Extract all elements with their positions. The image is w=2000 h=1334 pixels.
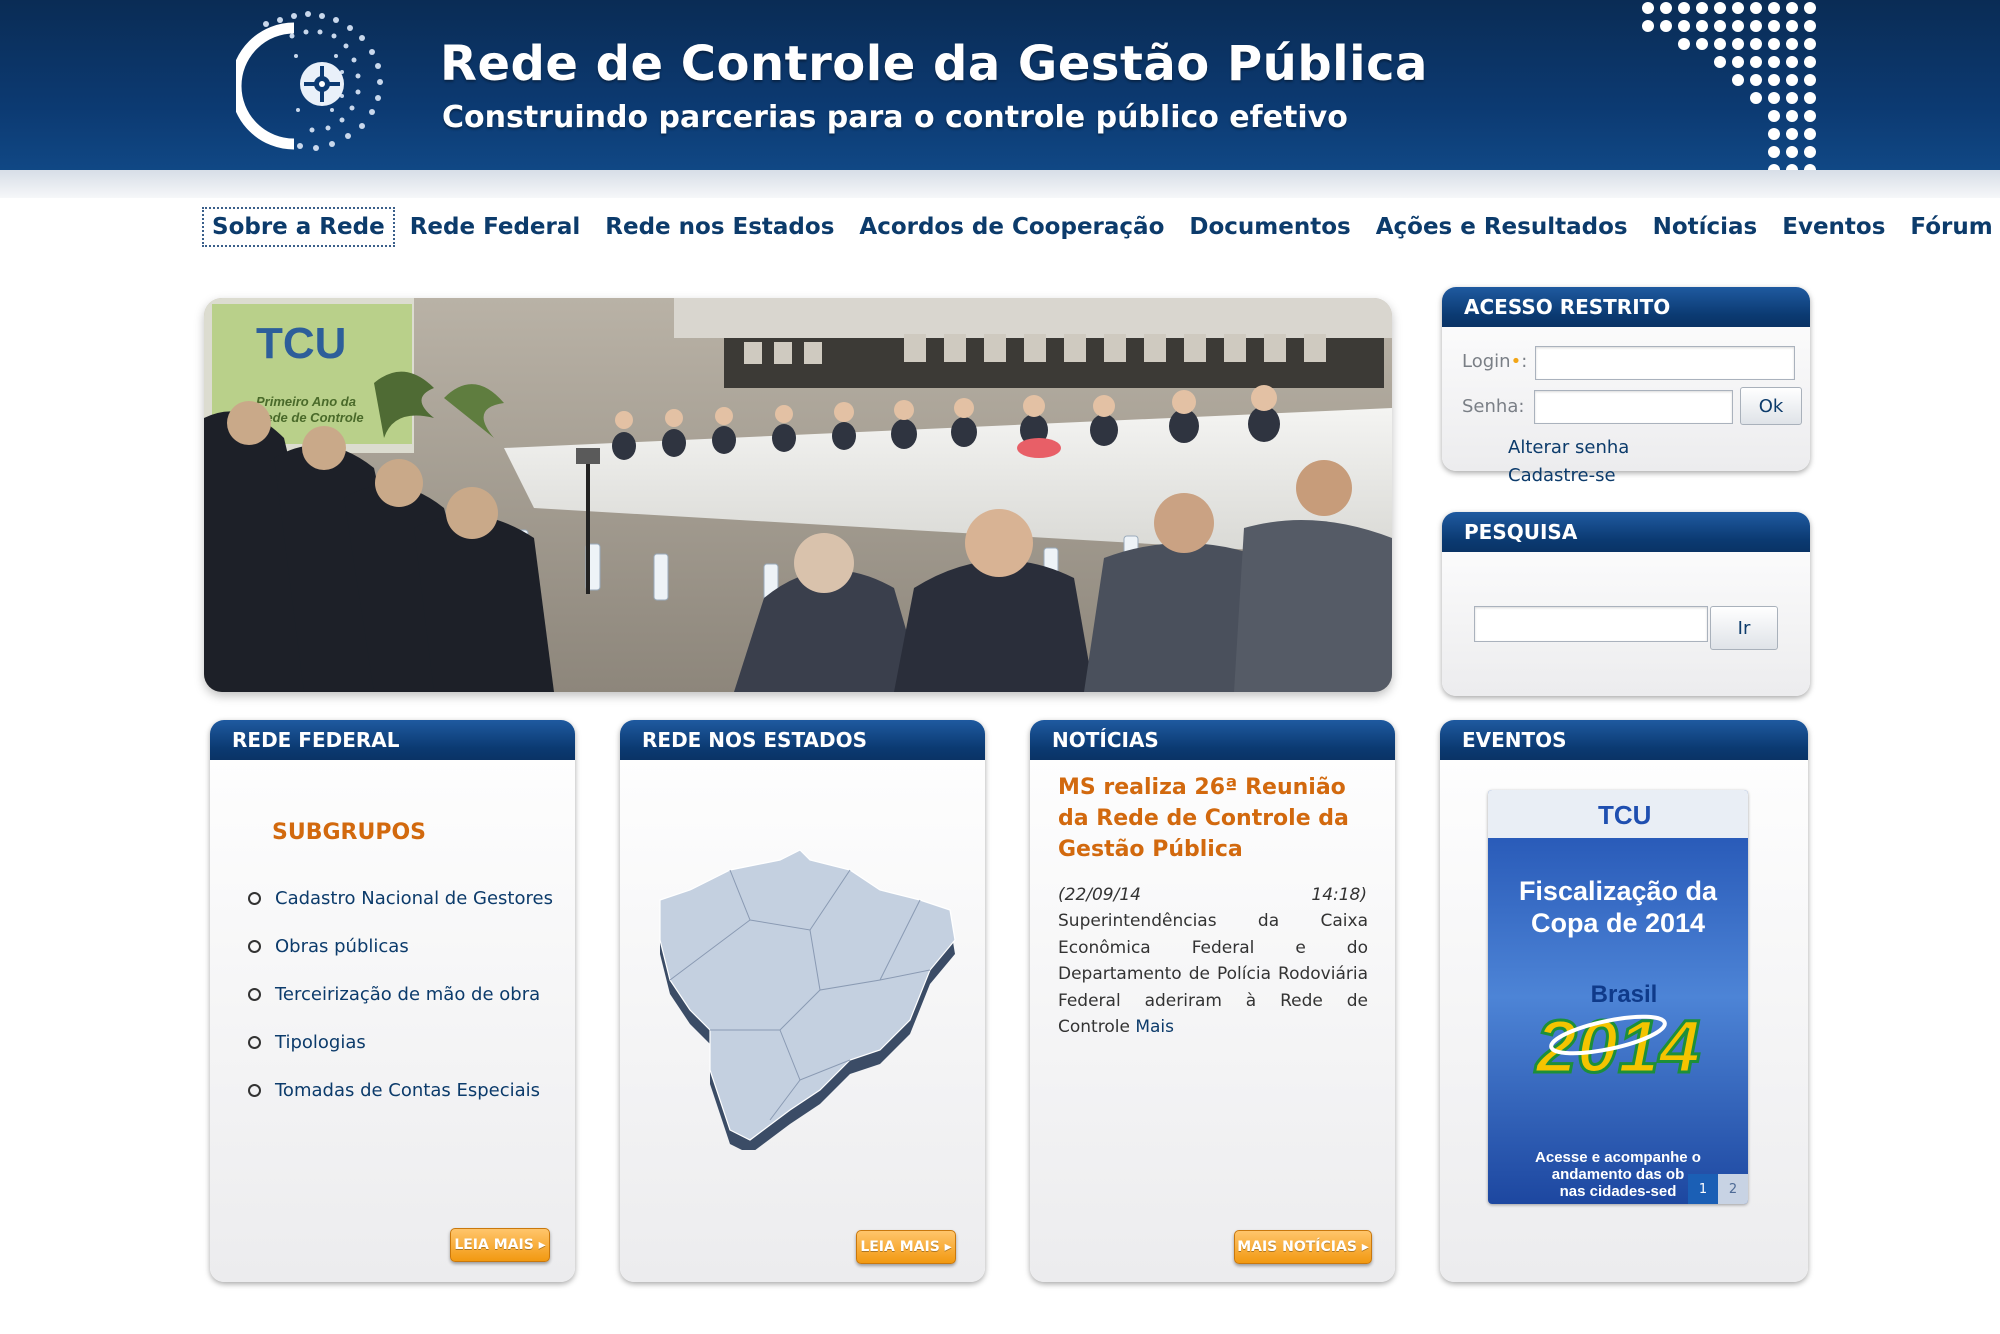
subgroup-link[interactable]: Cadastro Nacional de Gestores xyxy=(248,888,553,909)
news-headline-link[interactable]: MS realiza 26ª Reunião da Rede de Contro… xyxy=(1058,772,1358,865)
rede-controle-logo[interactable] xyxy=(236,6,392,156)
search-go-button[interactable]: Ir xyxy=(1710,606,1778,650)
restricted-access-panel: ACESSO RESTRITO Login•: Senha: Ok Altera… xyxy=(1442,287,1810,486)
states-read-more-button[interactable]: LEIA MAIS ▸ xyxy=(856,1230,956,1264)
news-more-link[interactable]: Mais xyxy=(1135,1017,1174,1037)
restricted-access-title: ACESSO RESTRITO xyxy=(1442,287,1810,327)
meeting-scene: TCU Primeiro Ano da Rede de Controle xyxy=(204,298,1392,692)
login-label: Login•: xyxy=(1462,351,1528,372)
meeting-banner-photo[interactable]: TCU Primeiro Ano da Rede de Controle xyxy=(204,298,1392,692)
states-network-panel: REDE NOS ESTADOS LEIA MAIS ▸ xyxy=(620,720,985,1282)
event-banner-copa-2014[interactable]: TCU Fiscalização da Copa de 2014 Brasil … xyxy=(1488,790,1748,1204)
search-title: PESQUISA xyxy=(1442,512,1810,552)
nav-eventos[interactable]: Eventos xyxy=(1775,210,1892,244)
nav-sobre-a-rede[interactable]: Sobre a Rede xyxy=(202,207,395,247)
nav-noticias[interactable]: Notícias xyxy=(1646,210,1765,244)
search-panel: PESQUISA Ir xyxy=(1442,512,1810,696)
events-panel: EVENTOS TCU Fiscalização da Copa de 2014… xyxy=(1440,720,1808,1282)
nav-acoes-e-resultados[interactable]: Ações e Resultados xyxy=(1369,210,1635,244)
news-date: (22/09/14 xyxy=(1058,885,1141,905)
password-label: Senha: xyxy=(1462,396,1525,417)
site-title: Rede de Controle da Gestão Pública xyxy=(440,36,1428,92)
event-card-footer-2: andamento das ob xyxy=(1552,1166,1685,1183)
dotted-map-graphic xyxy=(1642,2,1816,176)
subgroup-link[interactable]: Obras públicas xyxy=(248,936,409,957)
event-banner-graphic: TCU Fiscalização da Copa de 2014 Brasil … xyxy=(1488,790,1748,1204)
news-time: 14:18) xyxy=(1311,885,1367,905)
events-title: EVENTOS xyxy=(1440,720,1808,760)
news-panel: NOTÍCIAS MS realiza 26ª Reunião da Rede … xyxy=(1030,720,1395,1282)
register-link[interactable]: Cadastre-se xyxy=(1508,465,1616,486)
site-header: Rede de Controle da Gestão Pública Const… xyxy=(0,0,2000,180)
subgroups-heading: SUBGRUPOS xyxy=(272,820,427,845)
event-card-heading-1: Fiscalização da xyxy=(1519,876,1718,906)
federal-read-more-button[interactable]: LEIA MAIS ▸ xyxy=(450,1228,550,1262)
bullet-icon xyxy=(248,1084,261,1097)
bullet-icon xyxy=(248,940,261,953)
change-password-link[interactable]: Alterar senha xyxy=(1508,437,1629,458)
nav-acordos-de-cooperacao[interactable]: Acordos de Cooperação xyxy=(852,210,1171,244)
subgroup-link[interactable]: Terceirização de mão de obra xyxy=(248,984,540,1005)
news-title: NOTÍCIAS xyxy=(1030,720,1395,760)
header-divider xyxy=(0,170,2000,198)
bullet-icon xyxy=(248,892,261,905)
subgroup-link[interactable]: Tomadas de Contas Especiais xyxy=(248,1080,540,1101)
ok-button[interactable]: Ok xyxy=(1740,387,1802,425)
states-network-title: REDE NOS ESTADOS xyxy=(620,720,985,760)
subgroup-link[interactable]: Tipologias xyxy=(248,1032,366,1053)
site-subtitle: Construindo parcerias para o controle pú… xyxy=(442,100,1348,135)
screen-caption-2: Rede de Controle xyxy=(256,410,364,425)
event-card-footer-3: nas cidades-sed xyxy=(1560,1183,1677,1200)
main-nav: Sobre a Rede Rede Federal Rede nos Estad… xyxy=(202,204,2000,250)
nav-forum[interactable]: Fórum xyxy=(1903,210,1999,244)
event-card-heading-2: Copa de 2014 xyxy=(1531,908,1705,938)
search-input[interactable] xyxy=(1474,606,1708,642)
event-card-brand: Brasil xyxy=(1591,981,1658,1008)
more-news-button[interactable]: MAIS NOTÍCIAS ▸ xyxy=(1234,1230,1372,1264)
password-input[interactable] xyxy=(1534,390,1733,424)
screen-caption-1: Primeiro Ano da xyxy=(256,394,356,409)
login-input[interactable] xyxy=(1535,346,1795,380)
bullet-icon xyxy=(248,1036,261,1049)
brazil-map-graphic[interactable] xyxy=(650,830,960,1150)
nav-rede-nos-estados[interactable]: Rede nos Estados xyxy=(598,210,841,244)
carousel-page-1[interactable]: 1 xyxy=(1688,1174,1718,1204)
carousel-page-2[interactable]: 2 xyxy=(1718,1174,1748,1204)
nav-documentos[interactable]: Documentos xyxy=(1182,210,1357,244)
federal-network-title: REDE FEDERAL xyxy=(210,720,575,760)
screen-logo-text: TCU xyxy=(256,319,346,368)
federal-network-panel: REDE FEDERAL SUBGRUPOS Cadastro Nacional… xyxy=(210,720,575,1282)
nav-rede-federal[interactable]: Rede Federal xyxy=(403,210,588,244)
news-summary: Superintendências da Caixa Econômica Fed… xyxy=(1058,911,1368,1037)
bullet-icon xyxy=(248,988,261,1001)
event-card-logo: TCU xyxy=(1598,800,1651,830)
event-card-footer-1: Acesse e acompanhe o xyxy=(1535,1149,1701,1166)
